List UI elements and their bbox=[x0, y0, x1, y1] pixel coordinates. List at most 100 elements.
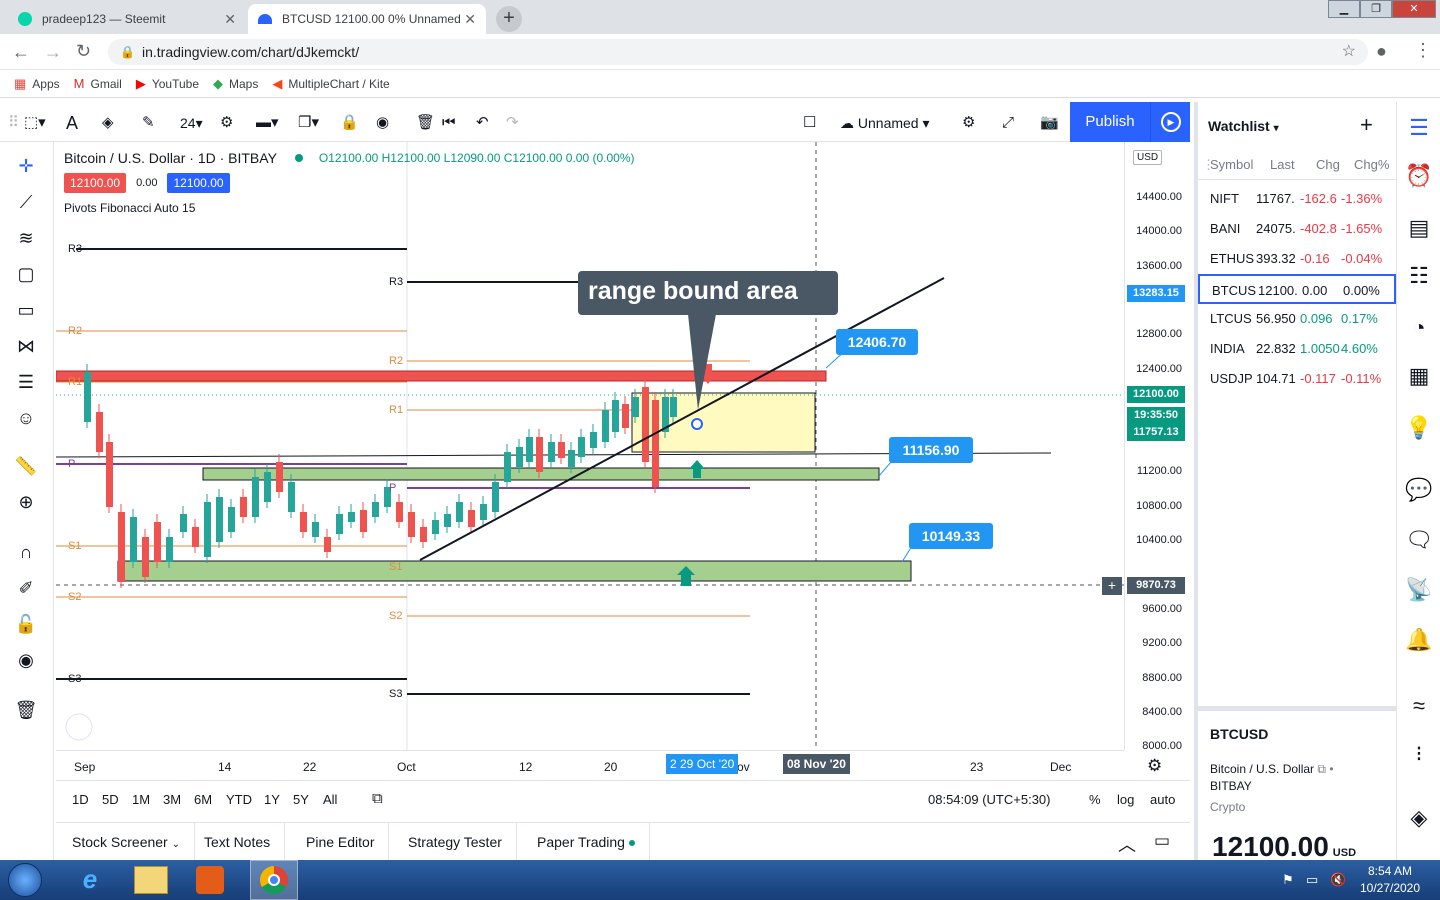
bookmark-maps[interactable]: ◆ Maps bbox=[213, 76, 258, 92]
object-tree-layers-icon[interactable]: ◈ bbox=[1403, 802, 1435, 834]
trend-line[interactable] bbox=[419, 277, 945, 561]
dom-icon[interactable]: ⁝ bbox=[1403, 738, 1435, 770]
axis-settings-gear-icon[interactable]: ⚙ bbox=[1147, 756, 1162, 776]
auto-scale-toggle[interactable]: auto bbox=[1150, 792, 1175, 807]
ideas-bulb-icon[interactable]: 💡 bbox=[1403, 412, 1435, 444]
action-center-flag-icon[interactable]: ⚑ bbox=[1282, 872, 1294, 888]
watchlist-row[interactable]: BANI 24075. -402.8 -1.65% bbox=[1198, 214, 1396, 244]
bookmark-youtube[interactable]: ▶ YouTube bbox=[136, 76, 199, 92]
watchlist-row[interactable]: USDJP 104.71 -0.117 -0.11% bbox=[1198, 364, 1396, 394]
template-icon[interactable]: ▬▾ bbox=[256, 110, 279, 136]
price-axis[interactable]: USD 14400.00 14000.00 13600.00 12800.00 … bbox=[1124, 142, 1190, 752]
watchlist-row[interactable]: LTCUS 56.950 0.096 0.17% bbox=[1198, 304, 1396, 334]
column-chg-pct[interactable]: Chg% bbox=[1354, 157, 1389, 172]
watchlist-row[interactable]: ETHUS 393.32 -0.16 -0.04% bbox=[1198, 244, 1396, 274]
system-clock[interactable]: 8:54 AM 10/27/2020 bbox=[1358, 864, 1422, 895]
drag-handle-icon[interactable]: ⠿ bbox=[8, 110, 19, 136]
range-5d[interactable]: 5D bbox=[102, 792, 119, 807]
emoji-icon[interactable]: ☺ bbox=[12, 404, 40, 432]
ruler-icon[interactable]: 📏 bbox=[12, 452, 40, 480]
rectangle-tool-icon[interactable]: ▢ bbox=[12, 260, 40, 288]
price-callout[interactable]: 10149.33 bbox=[909, 523, 993, 549]
sell-price-button[interactable]: 12100.00 bbox=[64, 173, 127, 193]
watchlist-row[interactable]: BTCUS 12100. 0.00 0.00% bbox=[1198, 274, 1396, 304]
range-1d[interactable]: 1D bbox=[72, 792, 89, 807]
lock-icon[interactable]: 🔒 bbox=[340, 110, 359, 136]
fullscreen-icon[interactable]: ⤢ bbox=[1002, 110, 1014, 136]
trend-line-icon[interactable]: ⟋ bbox=[12, 188, 40, 216]
range-3m[interactable]: 3M bbox=[163, 792, 181, 807]
tab-paper-trading[interactable]: Paper Trading bbox=[523, 823, 650, 861]
settings-gear-icon[interactable]: ⚙ bbox=[220, 110, 233, 136]
replay-icon[interactable]: ⏮ bbox=[442, 110, 456, 136]
delete-trash-icon[interactable]: 🗑 bbox=[416, 110, 435, 136]
crosshair-icon[interactable]: ✛ bbox=[12, 152, 40, 180]
undo-icon[interactable]: ↶ bbox=[476, 110, 489, 136]
range-all[interactable]: All bbox=[323, 792, 337, 807]
range-1m[interactable]: 1M bbox=[132, 792, 150, 807]
percent-scale-toggle[interactable]: % bbox=[1089, 792, 1101, 807]
url-input[interactable]: 🔒 in.tradingview.com/chart/dJkemckt/ ☆ bbox=[108, 39, 1368, 65]
calendar-icon[interactable]: ▦ bbox=[1403, 360, 1435, 392]
tab-stock-screener[interactable]: Stock Screener ⌄ bbox=[58, 823, 195, 861]
column-symbol[interactable]: Symbol bbox=[1210, 157, 1253, 172]
volume-muted-icon[interactable]: 🔇 bbox=[1330, 872, 1346, 888]
watchlist-icon[interactable]: ☰ bbox=[1403, 112, 1435, 144]
annotation-tool-icon[interactable]: ▭ bbox=[12, 296, 40, 324]
publish-video-button[interactable]: ▶ bbox=[1150, 102, 1190, 142]
remove-drawings-icon[interactable]: 🗑 bbox=[12, 696, 40, 724]
magnet-icon[interactable]: ∩ bbox=[12, 538, 40, 566]
ie-icon[interactable]: e bbox=[70, 864, 110, 896]
start-button-icon[interactable] bbox=[8, 863, 42, 897]
tab-strategy-tester[interactable]: Strategy Tester bbox=[394, 823, 517, 861]
network-icon[interactable]: ▭ bbox=[1306, 872, 1318, 888]
add-plus-icon[interactable]: + bbox=[1102, 577, 1122, 595]
layout-name-button[interactable]: ☁ Unnamed ▾ bbox=[840, 110, 930, 136]
zoom-in-icon[interactable]: ⊕ bbox=[12, 488, 40, 516]
chrome-taskbar-button[interactable] bbox=[250, 860, 298, 900]
tab-pine-editor[interactable]: Pine Editor bbox=[292, 823, 390, 861]
log-scale-toggle[interactable]: log bbox=[1117, 792, 1134, 807]
bookmark-apps[interactable]: ▦ Apps bbox=[14, 76, 60, 92]
time-axis[interactable]: Sep 14 22 Oct 12 20 ov 23 Dec 2 29 Oct '… bbox=[56, 750, 1124, 780]
reload-icon[interactable]: ↻ bbox=[76, 41, 91, 62]
price-callout[interactable]: 12406.70 bbox=[836, 329, 918, 355]
support-zone-lower[interactable] bbox=[117, 560, 912, 582]
lock-drawings-icon[interactable]: 🔓 bbox=[12, 610, 40, 638]
redo-icon[interactable]: ↷ bbox=[506, 110, 519, 136]
publish-button[interactable]: Publish bbox=[1070, 102, 1150, 142]
indicator-title[interactable]: Pivots Fibonacci Auto 15 bbox=[64, 201, 635, 215]
watchlist-row[interactable]: INDIA 22.832 1.0050 4.60% bbox=[1198, 334, 1396, 364]
snapshot-camera-icon[interactable]: 📷 bbox=[1040, 110, 1059, 136]
range-1y[interactable]: 1Y bbox=[264, 792, 280, 807]
bookmark-kite[interactable]: ◀ MultipleChart / Kite bbox=[272, 76, 389, 92]
order-panel-icon[interactable]: ≈ bbox=[1403, 690, 1435, 722]
add-symbol-icon[interactable]: + bbox=[1360, 112, 1373, 138]
hide-drawings-icon[interactable]: ◉ bbox=[12, 646, 40, 674]
close-tab-icon[interactable]: ✕ bbox=[224, 11, 236, 28]
stay-drawing-icon[interactable]: ✐ bbox=[12, 574, 40, 602]
tab-text-notes[interactable]: Text Notes bbox=[190, 823, 286, 861]
watchlist-title[interactable]: Watchlist ▾ bbox=[1208, 118, 1279, 134]
text-tool-icon[interactable]: A bbox=[66, 110, 78, 136]
profile-icon[interactable]: ● bbox=[1376, 41, 1387, 62]
price-callout[interactable]: 11156.90 bbox=[889, 437, 973, 463]
select-rectangle-icon[interactable]: ☐ bbox=[803, 110, 816, 136]
data-window-icon[interactable]: ▤ bbox=[1403, 212, 1435, 244]
line-style-icon[interactable]: ⬚▾ bbox=[24, 110, 46, 136]
tradingview-logo-icon[interactable] bbox=[65, 713, 93, 741]
clock-time[interactable]: 08:54:09 (UTC+5:30) bbox=[928, 792, 1050, 807]
range-ytd[interactable]: YTD bbox=[226, 792, 252, 807]
forward-icon[interactable]: → bbox=[44, 42, 62, 63]
external-link-icon[interactable]: ⧉ bbox=[1317, 762, 1326, 776]
close-tab-icon[interactable]: ✕ bbox=[464, 11, 476, 28]
goto-date-icon[interactable]: ⧉ bbox=[372, 790, 383, 807]
alerts-clock-icon[interactable]: ⏰ bbox=[1403, 160, 1435, 192]
maximize-button[interactable]: ❐ bbox=[1360, 0, 1392, 18]
range-bound-box[interactable] bbox=[631, 392, 816, 453]
symbol-title[interactable]: Bitcoin / U.S. Dollar · 1D · BITBAY bbox=[64, 150, 277, 166]
clone-icon[interactable]: ❐▾ bbox=[298, 110, 319, 136]
fib-tool-icon[interactable]: ≋ bbox=[12, 224, 40, 252]
range-5y[interactable]: 5Y bbox=[293, 792, 309, 807]
column-last[interactable]: Last bbox=[1270, 157, 1295, 172]
